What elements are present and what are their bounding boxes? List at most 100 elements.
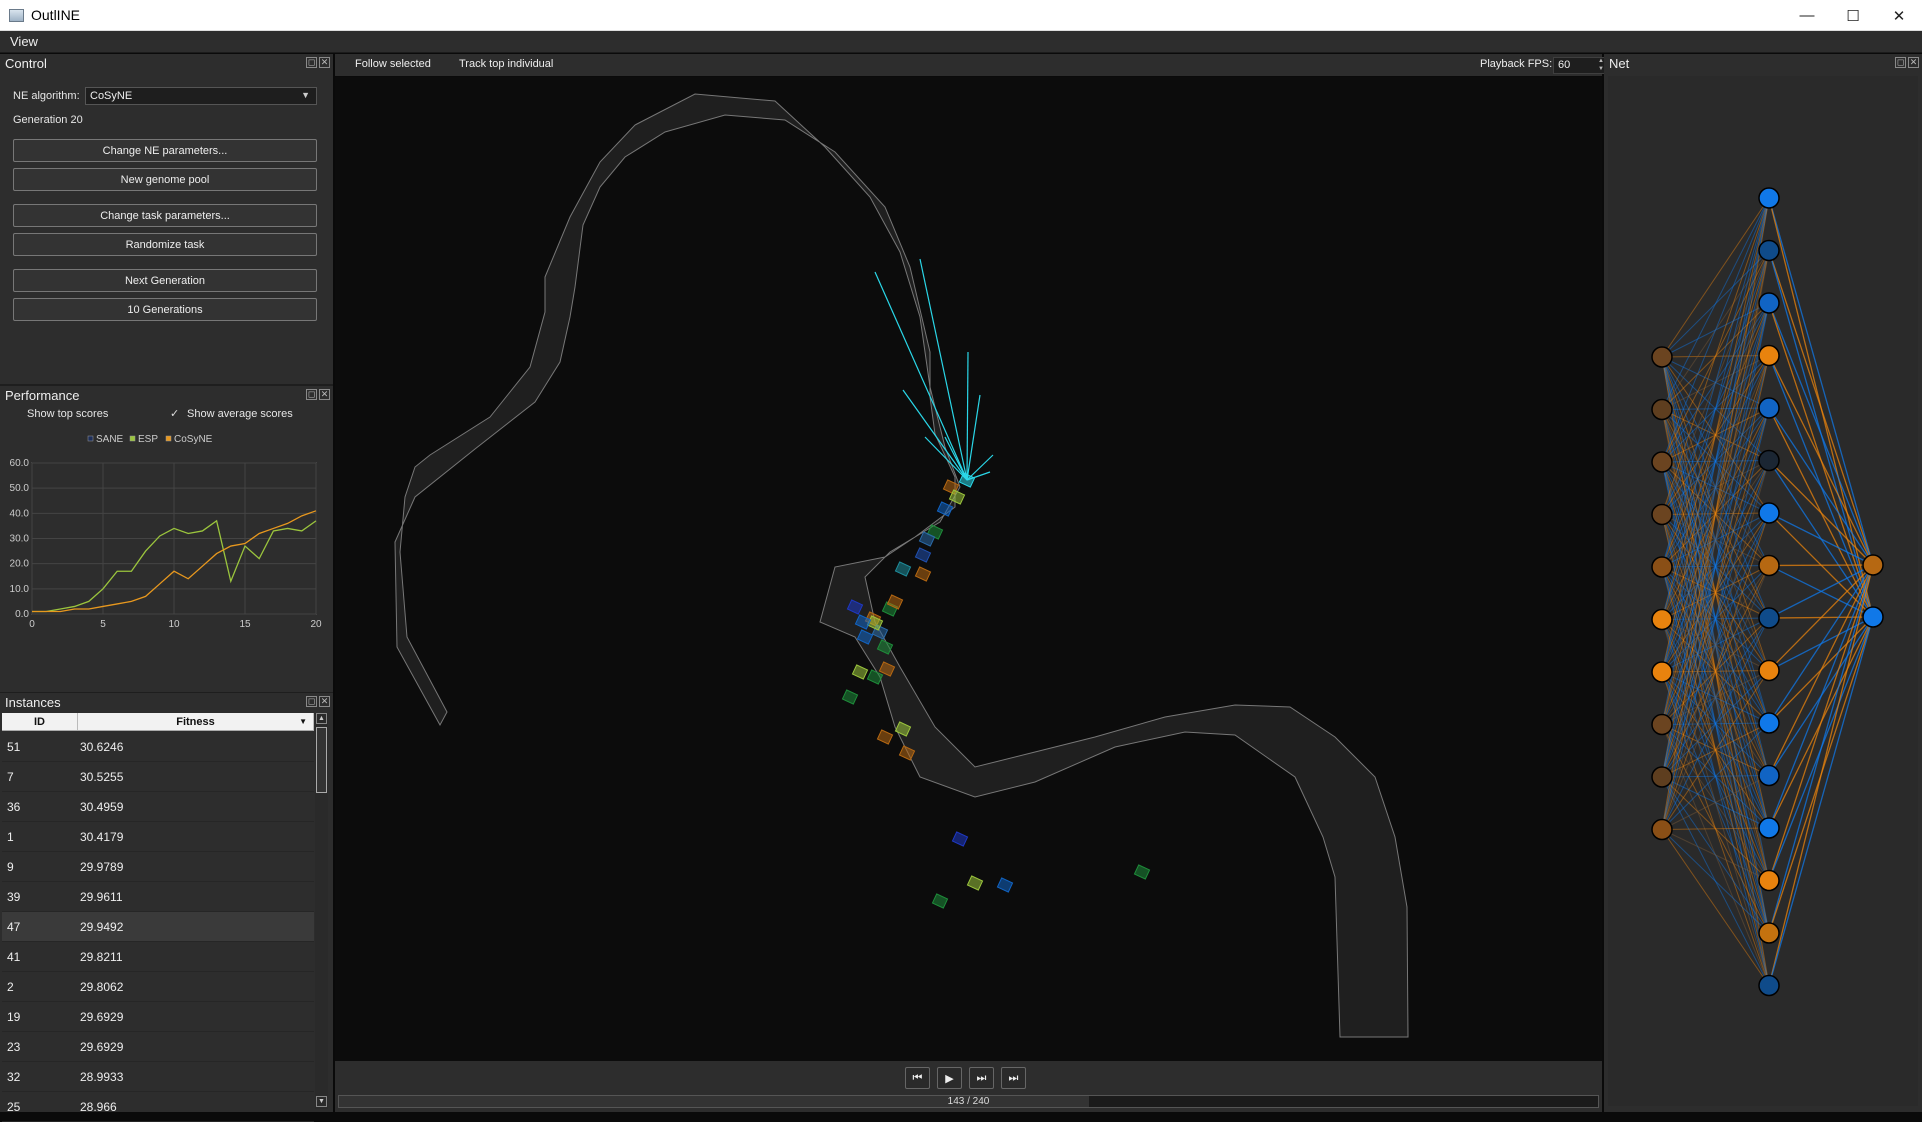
connection: [1768, 512, 1874, 566]
hidden-node[interactable]: [1758, 292, 1780, 314]
column-header-fitness[interactable]: Fitness ▼: [78, 713, 314, 730]
change-ne-parameters-button[interactable]: Change NE parameters...: [13, 139, 317, 162]
hidden-node[interactable]: [1758, 344, 1780, 367]
track-canvas[interactable]: [335, 77, 1602, 1061]
input-node[interactable]: [1651, 398, 1673, 421]
input-node[interactable]: [1651, 818, 1673, 841]
hidden-node[interactable]: [1758, 659, 1780, 682]
close-icon[interactable]: ✕: [1876, 0, 1922, 31]
menu-view[interactable]: View: [0, 31, 48, 52]
car[interactable]: [851, 664, 869, 680]
close-icon[interactable]: ✕: [1908, 57, 1919, 68]
playback-fps-spinbox[interactable]: 60 ▲ ▼: [1553, 57, 1607, 74]
car[interactable]: [966, 875, 984, 891]
playback-progress-bar[interactable]: 143 / 240: [338, 1095, 1599, 1108]
minimize-icon[interactable]: —: [1784, 0, 1830, 31]
table-row[interactable]: 1 30.4179: [2, 822, 314, 852]
table-row[interactable]: 2 29.8062: [2, 972, 314, 1002]
input-node[interactable]: [1651, 451, 1673, 473]
step-forward-icon[interactable]: ⏭: [969, 1067, 994, 1089]
close-icon[interactable]: ✕: [319, 57, 330, 68]
input-node[interactable]: [1651, 713, 1673, 736]
float-icon[interactable]: ◻: [306, 57, 317, 68]
net-title: Net: [1609, 56, 1630, 71]
show-top-scores-checkbox[interactable]: Show top scores: [10, 408, 108, 420]
float-icon[interactable]: ◻: [306, 696, 317, 707]
table-row[interactable]: 19 29.6929: [2, 1002, 314, 1032]
output-node[interactable]: [1862, 606, 1884, 628]
close-icon[interactable]: ✕: [319, 389, 330, 400]
y-tick-label: 50.0: [10, 483, 30, 494]
car[interactable]: [1133, 864, 1151, 880]
hidden-node[interactable]: [1758, 449, 1780, 472]
table-row[interactable]: 47 29.9492: [2, 912, 314, 942]
table-row[interactable]: 23 29.6929: [2, 1032, 314, 1062]
table-row[interactable]: 39 29.9611: [2, 882, 314, 912]
connection: [1768, 197, 1874, 566]
scroll-up-icon[interactable]: ▲: [316, 713, 327, 724]
play-icon[interactable]: ▶: [937, 1067, 962, 1089]
table-row[interactable]: 41 29.8211: [2, 942, 314, 972]
scrollbar-thumb[interactable]: [316, 727, 327, 793]
maximize-icon[interactable]: ☐: [1830, 0, 1876, 31]
scroll-down-icon[interactable]: ▼: [316, 1096, 327, 1107]
show-average-scores-checkbox[interactable]: ✓ Show average scores: [170, 408, 293, 420]
table-row[interactable]: 9 29.9789: [2, 852, 314, 882]
hidden-node[interactable]: [1758, 712, 1780, 734]
legend-label: CoSyNE: [174, 434, 213, 445]
hidden-node[interactable]: [1758, 239, 1780, 262]
algorithm-select[interactable]: CoSyNE ▼: [85, 87, 317, 105]
table-row[interactable]: 25 28.966: [2, 1092, 314, 1122]
control-panel: Control ◻ ✕ NE algorithm: CoSyNE ▼ Genera…: [0, 54, 333, 384]
hidden-node[interactable]: [1758, 187, 1780, 209]
table-row[interactable]: 7 30.5255: [2, 762, 314, 792]
randomize-task-button[interactable]: Randomize task: [13, 233, 317, 256]
hidden-node[interactable]: [1758, 554, 1780, 577]
column-header-id[interactable]: ID: [2, 713, 78, 730]
simulation-viewport[interactable]: [335, 77, 1602, 1061]
hidden-node[interactable]: [1758, 764, 1780, 787]
skip-to-start-icon[interactable]: ⏮: [905, 1067, 930, 1089]
car[interactable]: [841, 689, 859, 705]
skip-to-end-icon[interactable]: ⏭: [1001, 1067, 1026, 1089]
cell-id: 23: [7, 1039, 21, 1054]
car[interactable]: [931, 893, 949, 909]
table-row[interactable]: 36 30.4959: [2, 792, 314, 822]
hidden-node[interactable]: [1758, 607, 1780, 629]
table-row[interactable]: 51 30.6246: [2, 732, 314, 762]
float-icon[interactable]: ◻: [306, 389, 317, 400]
connection: [1768, 302, 1874, 566]
change-task-parameters-button[interactable]: Change task parameters...: [13, 204, 317, 227]
next-generation-button[interactable]: Next Generation: [13, 269, 317, 292]
output-node[interactable]: [1862, 554, 1884, 576]
instances-scrollbar[interactable]: ▲ ▼: [315, 713, 328, 1109]
new-genome-pool-button[interactable]: New genome pool: [13, 168, 317, 191]
input-node[interactable]: [1651, 556, 1673, 578]
track-top-individual-button[interactable]: Track top individual: [459, 58, 553, 70]
car[interactable]: [876, 729, 894, 745]
input-node[interactable]: [1651, 608, 1673, 631]
car[interactable]: [894, 561, 912, 577]
car[interactable]: [914, 547, 932, 563]
hidden-node[interactable]: [1758, 869, 1780, 892]
table-row[interactable]: 32 28.9933: [2, 1062, 314, 1092]
control-title: Control: [5, 56, 47, 71]
float-icon[interactable]: ◻: [1895, 57, 1906, 68]
close-icon[interactable]: ✕: [319, 696, 330, 707]
hidden-node[interactable]: [1758, 397, 1780, 419]
hidden-node[interactable]: [1758, 502, 1780, 524]
input-node[interactable]: [1651, 503, 1673, 526]
hidden-node[interactable]: [1758, 974, 1780, 997]
hidden-node[interactable]: [1758, 817, 1780, 839]
car[interactable]: [996, 877, 1014, 893]
input-node[interactable]: [1651, 661, 1673, 683]
y-tick-label: 0.0: [15, 609, 29, 620]
connection: [1768, 250, 1874, 566]
hidden-node[interactable]: [1758, 922, 1780, 944]
ten-generations-button[interactable]: 10 Generations: [13, 298, 317, 321]
follow-selected-button[interactable]: Follow selected: [355, 58, 431, 70]
car[interactable]: [914, 566, 932, 582]
car[interactable]: [951, 831, 969, 847]
input-node[interactable]: [1651, 346, 1673, 368]
input-node[interactable]: [1651, 766, 1673, 788]
